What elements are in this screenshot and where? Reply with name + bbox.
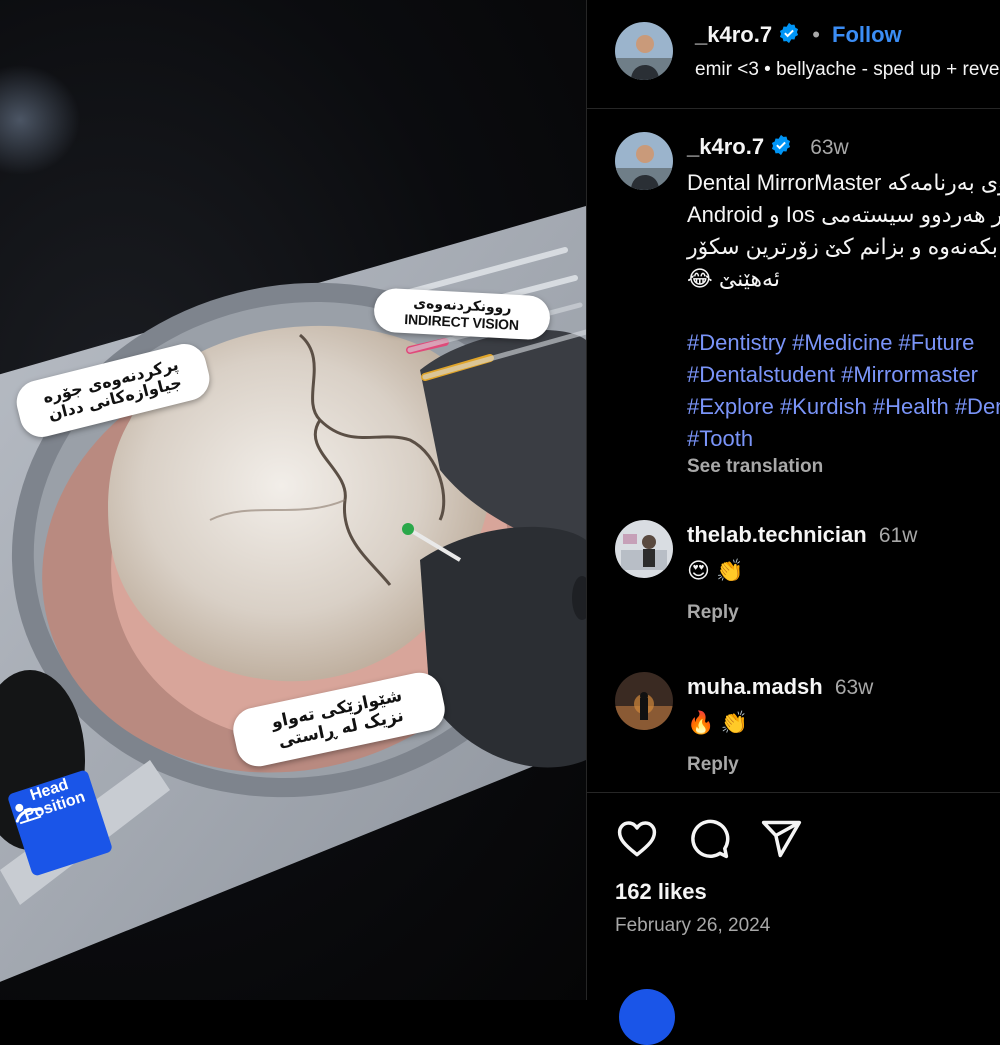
header-user-line: _k4ro.7 • Follow — [695, 22, 902, 50]
header-username[interactable]: _k4ro.7 — [695, 22, 772, 47]
comment-text: 😍 👏 — [687, 558, 744, 583]
caption-user-line: _k4ro.7 63w — [687, 134, 849, 162]
comment-user-line: muha.madsh 63w — [687, 674, 873, 700]
comment-username[interactable]: muha.madsh — [687, 674, 823, 699]
comment-text: 🔥 👏 — [687, 710, 748, 735]
comment-username[interactable]: thelab.technician — [687, 522, 867, 547]
caption-username[interactable]: _k4ro.7 — [687, 134, 764, 159]
reply-button[interactable]: Reply — [687, 754, 739, 776]
hashtags-line-3[interactable]: #Explore #Kurdish #Health #Dental — [687, 394, 1000, 420]
post-media[interactable]: روونکردنەوەی INDIRECT VISION پرکردنەوەی … — [0, 0, 586, 1000]
post-side-panel: _k4ro.7 • Follow emir <3 • bellyache - s… — [586, 0, 1000, 1045]
see-translation-link[interactable]: See translation — [687, 456, 823, 478]
comment-icon[interactable] — [687, 817, 731, 861]
caption-author-avatar[interactable] — [615, 132, 673, 190]
reply-button[interactable]: Reply — [687, 602, 739, 624]
hashtags-line-4[interactable]: #Tooth — [687, 426, 753, 452]
comment-avatar[interactable] — [615, 520, 673, 578]
follow-button[interactable]: Follow — [832, 22, 902, 47]
comment-age[interactable]: 61w — [879, 524, 918, 547]
caption-age[interactable]: 63w — [810, 136, 849, 159]
comment-age[interactable]: 63w — [835, 676, 874, 699]
indirect-vision-callout: روونکردنەوەی INDIRECT VISION — [372, 287, 552, 341]
hashtags-line-2[interactable]: #Dentalstudent #Mirrormaster — [687, 362, 978, 388]
share-icon[interactable] — [759, 817, 803, 861]
avatar[interactable] — [619, 989, 675, 1045]
caption-line-2: لەسەر هەردوو سیستەمی Ios و Android — [687, 202, 1000, 227]
likes-count[interactable]: 162 likes — [615, 879, 707, 905]
caption-line-1: ناوی بەرنامەکە Dental MirrorMaster — [687, 170, 1000, 195]
post-date[interactable]: February 26, 2024 — [615, 915, 770, 937]
comment-user-line: thelab.technician 61w — [687, 522, 917, 548]
audio-track-link[interactable]: emir <3 • bellyache - sped up + reverb — [695, 59, 1000, 81]
verified-badge-icon — [778, 22, 800, 50]
post-actions: 162 likes February 26, 2024 — [587, 792, 1000, 1045]
caption-verified-badge-icon — [770, 134, 792, 162]
hashtags-line-1[interactable]: #Dentistry #Medicine #Future — [687, 330, 974, 356]
caption-line-3: بەردەستە داگرن و تاقی بکەنەوە و بزانم کێ… — [687, 234, 1000, 259]
caption-block: _k4ro.7 63w ناوی بەرنامەکە Dental Mirror… — [587, 110, 1000, 790]
author-avatar[interactable] — [615, 22, 673, 80]
post-header: _k4ro.7 • Follow emir <3 • bellyache - s… — [587, 0, 1000, 109]
caption-line-4: ئەهێنێ 😂 — [687, 266, 780, 291]
comment-avatar[interactable] — [615, 672, 673, 730]
comment-item: thelab.technician 61w 😍 👏 Reply — [587, 516, 1000, 646]
heart-icon[interactable] — [615, 817, 659, 861]
header-separator: • — [812, 22, 820, 47]
comment-item: muha.madsh 63w 🔥 👏 Reply — [587, 668, 1000, 790]
